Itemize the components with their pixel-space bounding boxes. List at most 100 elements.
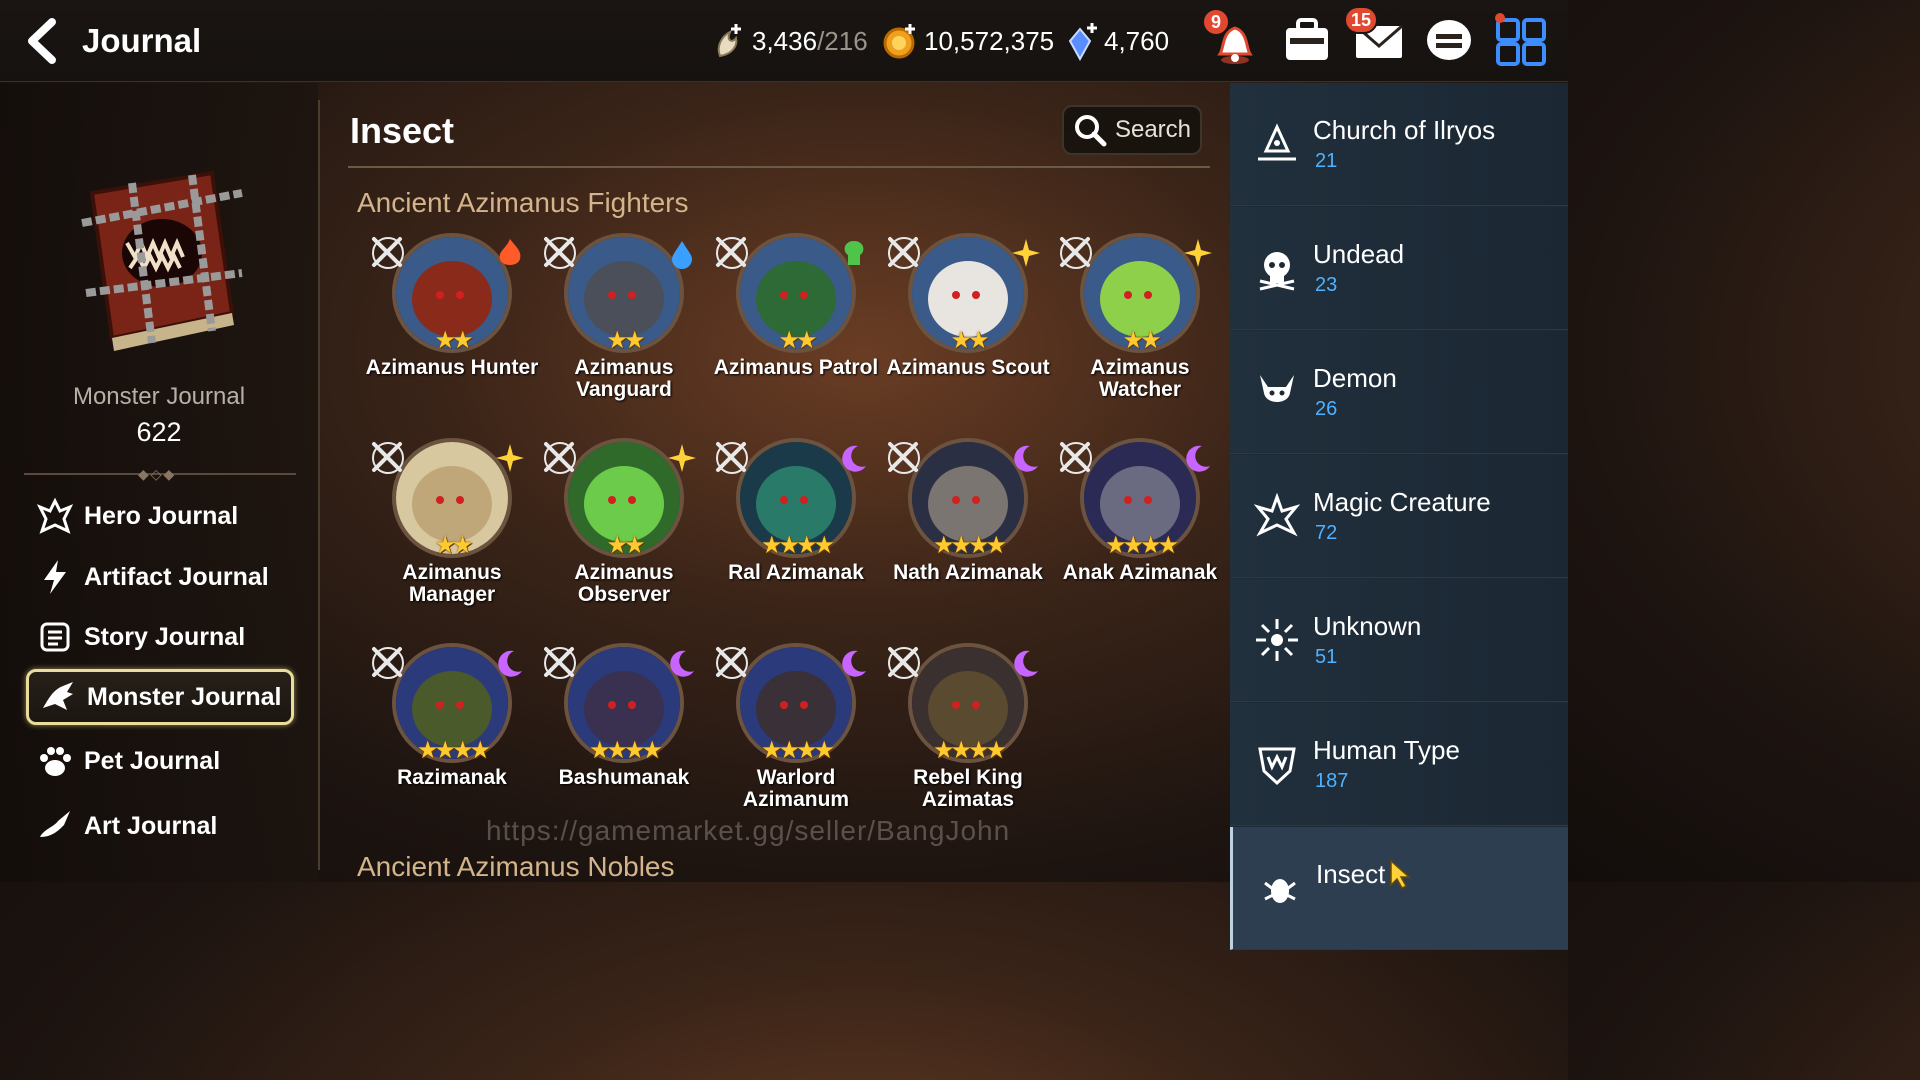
crystal-amount: 4,760 xyxy=(1104,25,1170,56)
star-rating: ★★★★ xyxy=(932,532,1007,559)
monster-name: Azimanus Observer xyxy=(574,561,674,606)
monster-card[interactable]: ★★★★ Anak Azimanak xyxy=(1058,438,1218,628)
monster-card[interactable]: ★★ Azimanus Vanguard xyxy=(542,233,702,423)
monster-card[interactable]: ★★ Azimanus Manager xyxy=(370,438,530,628)
star-rating: ★★ xyxy=(1122,327,1161,354)
category-insect[interactable]: Insect xyxy=(1230,827,1568,950)
category-magic-creature[interactable]: Magic Creature 72 xyxy=(1230,455,1568,578)
category-unknown[interactable]: Unknown 51 xyxy=(1230,579,1568,702)
star-rating: ★★★★ xyxy=(1104,532,1179,559)
back-button[interactable] xyxy=(22,16,70,66)
monster-card[interactable]: ★★ Azimanus Hunter xyxy=(366,233,538,423)
nav-pet-journal[interactable]: Pet Journal xyxy=(26,733,294,789)
main-content: Insect Search Ancient Azimanus Fighters … xyxy=(320,83,1230,882)
monster-name: Warlord Azimanum xyxy=(742,766,850,811)
category-count: 23 xyxy=(1315,274,1338,296)
category-demon[interactable]: Demon 26 xyxy=(1230,331,1568,454)
title-divider xyxy=(348,166,1210,168)
church-icon xyxy=(1258,123,1296,161)
stamina-counter[interactable]: 3,436 /216 xyxy=(712,20,868,62)
element-light-icon xyxy=(1184,239,1212,267)
unknown-icon xyxy=(1256,619,1298,661)
nav-story-journal[interactable]: Story Journal xyxy=(26,609,294,665)
nav-hero-journal[interactable]: Hero Journal xyxy=(26,488,294,544)
inventory-button[interactable] xyxy=(1278,12,1336,70)
element-dark-icon xyxy=(1014,650,1038,677)
monster-card[interactable]: ★★ Azimanus Watcher xyxy=(1058,233,1218,423)
left-panel: Monster Journal 622 ◆◇◆ Hero Journal Art… xyxy=(0,83,318,882)
gold-counter[interactable]: 10,572,375 xyxy=(882,20,1054,62)
nav-monster-journal[interactable]: Monster Journal xyxy=(26,669,294,725)
crossed-swords-icon xyxy=(372,442,404,474)
stamina-max: /216 xyxy=(817,25,868,56)
monster-name: Azimanus Manager xyxy=(402,561,502,606)
category-count: 187 xyxy=(1315,770,1349,792)
nav-label: Artifact Journal xyxy=(84,562,269,591)
category-human-type[interactable]: Human Type 187 xyxy=(1230,703,1568,826)
scroll-icon xyxy=(34,616,76,658)
mail-button[interactable]: 15 xyxy=(1344,6,1408,70)
monster-card[interactable]: ★★★★ Warlord Azimanum xyxy=(714,643,874,833)
monster-name: Azimanus Scout xyxy=(886,356,1050,379)
crossed-swords-icon xyxy=(1060,237,1092,269)
monster-card[interactable]: ★★ Azimanus Observer xyxy=(542,438,702,628)
monster-name: Azimanus Watcher xyxy=(1090,356,1190,401)
monster-card[interactable]: ★★ Azimanus Patrol xyxy=(714,233,878,423)
star-rating: ★★ xyxy=(606,532,645,559)
journal-label: Monster Journal xyxy=(72,383,246,410)
stamina-icon xyxy=(717,24,741,58)
nav-artifact-journal[interactable]: Artifact Journal xyxy=(26,549,294,605)
category-name: Demon xyxy=(1313,363,1397,393)
crossed-swords-icon xyxy=(544,237,576,269)
search-button[interactable]: Search xyxy=(1062,105,1202,155)
journal-count: 622 xyxy=(136,417,182,447)
monster-card[interactable]: ★★★★ Ral Azimanak xyxy=(714,438,874,628)
demon-icon xyxy=(1260,375,1294,402)
star-rating: ★★ xyxy=(434,327,473,354)
monster-name: Bashumanak xyxy=(558,766,690,789)
chat-button[interactable] xyxy=(1420,12,1478,70)
crossed-swords-icon xyxy=(372,647,404,679)
element-light-icon xyxy=(668,444,696,472)
back-arrow-icon xyxy=(28,18,56,64)
paw-icon xyxy=(34,740,76,782)
monster-name: Azimanus Patrol xyxy=(713,356,879,379)
monster-card[interactable]: ★★★★ Razimanak xyxy=(370,643,530,833)
menu-grid-button[interactable] xyxy=(1492,12,1550,70)
element-dark-icon xyxy=(498,650,522,677)
element-light-icon xyxy=(1012,239,1040,267)
star-rating: ★★★★ xyxy=(760,737,835,764)
crossed-swords-icon xyxy=(1060,442,1092,474)
monster-card[interactable]: ★★ Azimanus Scout xyxy=(886,233,1050,423)
element-dark-icon xyxy=(670,650,694,677)
monster-name: Azimanus Vanguard xyxy=(574,356,674,401)
crossed-swords-icon xyxy=(716,237,748,269)
nav-label: Story Journal xyxy=(84,622,246,651)
star-rating: ★★★★ xyxy=(932,737,1007,764)
monster-card[interactable]: ★★★★ Nath Azimanak xyxy=(886,438,1046,628)
pointer-cursor-icon xyxy=(1390,859,1411,889)
category-church-of-ilryos[interactable]: Church of Ilryos 21 xyxy=(1230,83,1568,206)
monster-card[interactable]: ★★★★ Bashumanak xyxy=(542,643,702,833)
search-label: Search xyxy=(1114,116,1192,143)
star-rating: ★★ xyxy=(950,327,989,354)
divider-ornament: ◆◇◆ xyxy=(138,466,177,482)
category-undead[interactable]: Undead 23 xyxy=(1230,207,1568,330)
element-ice-icon xyxy=(672,241,692,269)
nav-art-journal[interactable]: Art Journal xyxy=(26,798,294,854)
element-dark-icon xyxy=(842,650,866,677)
crystal-counter[interactable]: 4,760 xyxy=(1066,20,1169,62)
monster-card[interactable]: ★★★★ Rebel King Azimatas xyxy=(886,643,1046,833)
skull-icon xyxy=(1259,252,1295,291)
crossed-swords-icon xyxy=(716,647,748,679)
nav-label: Monster Journal xyxy=(87,682,282,711)
backpack-icon xyxy=(1286,18,1328,60)
notifications-button[interactable]: 9 xyxy=(1202,8,1264,70)
lightning-icon xyxy=(34,556,76,598)
notifications-badge: 9 xyxy=(1202,8,1230,36)
dragon-icon xyxy=(37,676,79,718)
gold-amount: 10,572,375 xyxy=(924,25,1055,56)
nav-label: Hero Journal xyxy=(84,501,239,530)
monster-name: Nath Azimanak xyxy=(893,561,1043,584)
gold-coin-icon xyxy=(883,24,915,59)
